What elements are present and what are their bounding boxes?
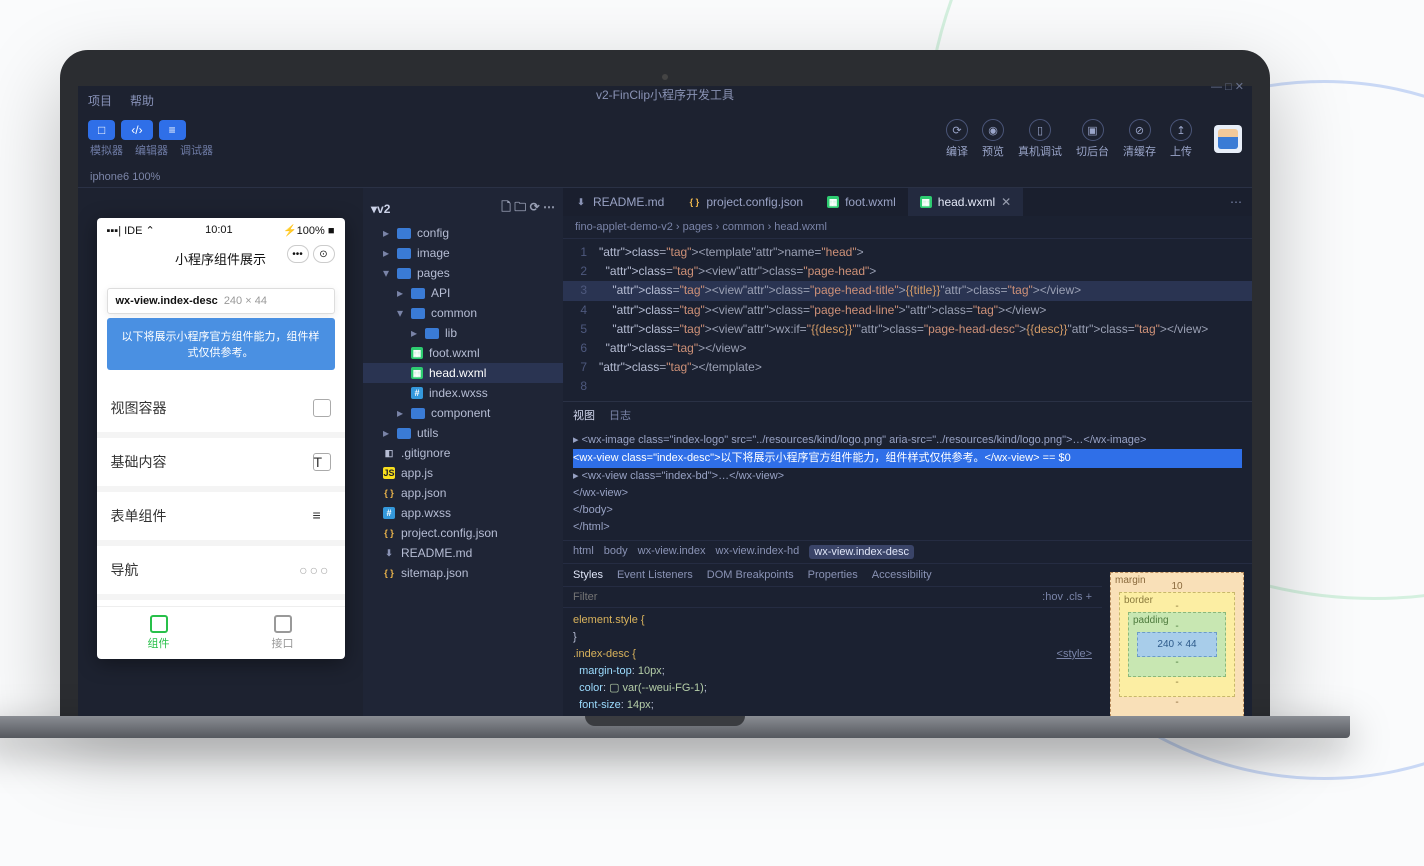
- folder-node[interactable]: ▸lib: [363, 323, 563, 343]
- menu-icon: ≡: [313, 507, 331, 525]
- breadcrumb[interactable]: fino-applet-demo-v2 › pages › common › h…: [563, 216, 1252, 239]
- style-tab[interactable]: Event Listeners: [617, 569, 693, 581]
- dom-path-segment[interactable]: wx-view.index-hd: [716, 545, 800, 559]
- devtab-view[interactable]: 视图: [573, 407, 595, 423]
- app-title: 小程序组件展示: [175, 252, 266, 267]
- style-tabs: Styles Event Listeners DOM Breakpoints Prop…: [563, 564, 1102, 586]
- editor-tab[interactable]: ⬇ README.md: [563, 188, 676, 216]
- menu-help[interactable]: 帮助: [130, 92, 154, 109]
- device-status: iphone6 100%: [78, 167, 1252, 188]
- container-icon: [313, 399, 331, 417]
- style-filter-input[interactable]: [573, 591, 1042, 603]
- folder-node[interactable]: ▸config: [363, 223, 563, 243]
- mode-labels: 模拟器 编辑器 调试器: [90, 142, 213, 158]
- folder-node[interactable]: ▾pages: [363, 263, 563, 283]
- window-controls[interactable]: — □ ✕: [1211, 86, 1244, 93]
- dom-path-segment[interactable]: wx-view.index-desc: [809, 545, 914, 559]
- tab-components[interactable]: 组件: [97, 607, 221, 659]
- folder-node[interactable]: ▸API: [363, 283, 563, 303]
- explorer-actions[interactable]: 🗋 🗀 ⟳ ⋯: [501, 198, 555, 219]
- style-tab[interactable]: DOM Breakpoints: [707, 569, 794, 581]
- dots-icon: ○○○: [299, 562, 330, 578]
- file-node[interactable]: ⬇README.md: [363, 543, 563, 563]
- devtab-log[interactable]: 日志: [609, 407, 631, 423]
- file-node[interactable]: { }sitemap.json: [363, 563, 563, 583]
- folder-node[interactable]: ▾common: [363, 303, 563, 323]
- dom-path-segment[interactable]: body: [604, 545, 628, 559]
- laptop-frame: v2-FinClip小程序开发工具 — □ ✕ 项目 帮助 □ ‹/› ≡ 模拟…: [60, 50, 1270, 738]
- dom-path-segment[interactable]: wx-view.index: [638, 545, 706, 559]
- avatar[interactable]: [1214, 125, 1242, 153]
- file-node[interactable]: #app.wxss: [363, 503, 563, 523]
- style-tab[interactable]: Styles: [573, 569, 603, 581]
- file-node[interactable]: ▦foot.wxml: [363, 343, 563, 363]
- list-item[interactable]: 表单组件≡: [97, 492, 345, 546]
- file-node[interactable]: ▦head.wxml: [363, 363, 563, 383]
- mode-simulator[interactable]: □: [88, 120, 115, 140]
- css-rules[interactable]: element.style { } .index-desc {<style> m…: [563, 608, 1102, 716]
- editor-tab[interactable]: ▦ foot.wxml: [815, 188, 908, 216]
- code-editor[interactable]: 1"attr">class="tag"><template "attr">nam…: [563, 239, 1252, 401]
- camera-dot: [662, 74, 668, 80]
- editor-tab[interactable]: { } project.config.json: [676, 188, 815, 216]
- list-item[interactable]: 导航○○○: [97, 546, 345, 600]
- action-compile[interactable]: ⟳编译: [946, 119, 968, 159]
- dom-path-segment[interactable]: html: [573, 545, 594, 559]
- style-tab[interactable]: Accessibility: [872, 569, 932, 581]
- action-clear[interactable]: ⊘清缓存: [1123, 119, 1156, 159]
- more-icon[interactable]: •••: [287, 245, 309, 263]
- mode-debugger[interactable]: ≡: [159, 120, 186, 140]
- close-icon[interactable]: ⊙: [313, 245, 335, 263]
- list-item[interactable]: 基础内容T: [97, 438, 345, 492]
- list-item[interactable]: 视图容器: [97, 384, 345, 438]
- project-root[interactable]: v2: [377, 202, 390, 216]
- action-preview[interactable]: ◉预览: [982, 119, 1004, 159]
- folder-node[interactable]: ▸image: [363, 243, 563, 263]
- style-tab[interactable]: Properties: [808, 569, 858, 581]
- text-icon: T: [313, 453, 331, 471]
- dom-breadcrumb[interactable]: html body wx-view.index wx-view.index-hd wx-…: [563, 540, 1252, 563]
- box-model: margin10 border- padding- 240 × 44 - - -: [1102, 564, 1252, 716]
- folder-node[interactable]: ▸utils: [363, 423, 563, 443]
- file-explorer: ▾v2 🗋 🗀 ⟳ ⋯ ▸config▸image▾pages▸API▾comm…: [363, 188, 563, 716]
- phone-statusbar: ▪▪▪| IDE ⌃ 10:01 ⚡100% ■: [97, 218, 345, 243]
- editor-tabs: ⬇ README.md{ } project.config.json▦ foot…: [563, 188, 1252, 216]
- file-node[interactable]: ◧.gitignore: [363, 443, 563, 463]
- simulator-phone: ▪▪▪| IDE ⌃ 10:01 ⚡100% ■ 小程序组件展示 •••⊙ wx…: [97, 218, 345, 659]
- highlighted-element[interactable]: 以下将展示小程序官方组件能力，组件样式仅供参考。: [107, 318, 335, 370]
- editor-tab[interactable]: ▦ head.wxml ✕: [908, 188, 1023, 216]
- file-node[interactable]: JSapp.js: [363, 463, 563, 483]
- file-node[interactable]: #index.wxss: [363, 383, 563, 403]
- folder-node[interactable]: ▸component: [363, 403, 563, 423]
- file-node[interactable]: { }app.json: [363, 483, 563, 503]
- action-upload[interactable]: ↥上传: [1170, 119, 1192, 159]
- tab-api[interactable]: 接口: [221, 607, 345, 659]
- dom-panel[interactable]: ▸ <wx-image class="index-logo" src="../r…: [563, 428, 1252, 540]
- action-remote[interactable]: ▯真机调试: [1018, 119, 1062, 159]
- inspect-tooltip: wx-view.index-desc240 × 44: [107, 288, 335, 314]
- style-toggles[interactable]: :hov .cls +: [1042, 591, 1092, 603]
- app-window: v2-FinClip小程序开发工具 — □ ✕ 项目 帮助 □ ‹/› ≡ 模拟…: [78, 86, 1252, 716]
- mode-editor[interactable]: ‹/›: [121, 120, 152, 140]
- tabs-overflow[interactable]: ⋯: [1220, 195, 1252, 209]
- menu-project[interactable]: 项目: [88, 92, 112, 109]
- file-node[interactable]: { }project.config.json: [363, 523, 563, 543]
- action-background[interactable]: ▣切后台: [1076, 119, 1109, 159]
